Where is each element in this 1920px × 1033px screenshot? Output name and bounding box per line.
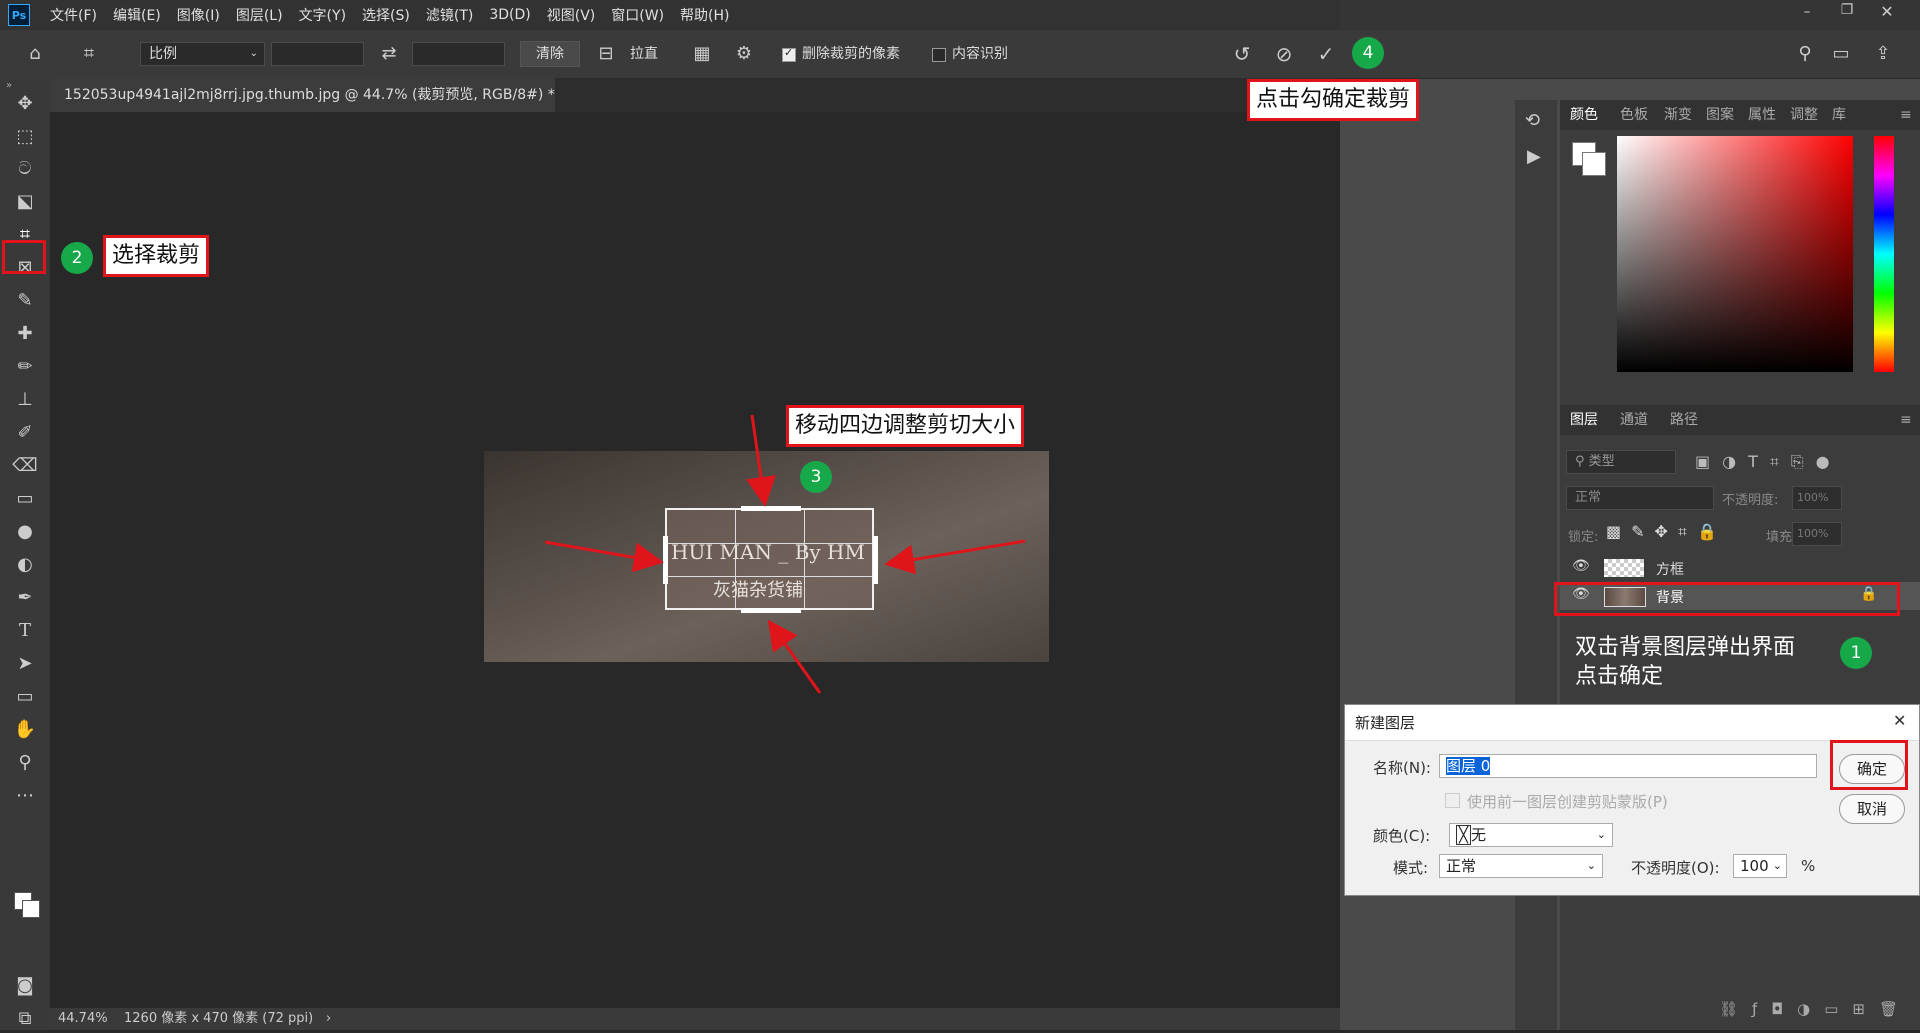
- document-dimensions: 1260 像素 x 470 像素 (72 ppi): [124, 1011, 314, 1026]
- tab-libraries[interactable]: 库: [1832, 100, 1846, 130]
- tab-patterns[interactable]: 图案: [1706, 100, 1734, 130]
- layer-filter-placeholder: 类型: [1588, 454, 1615, 469]
- eye-icon[interactable]: 👁: [1572, 558, 1590, 574]
- right-options-bar: ⚲ ▭ ⇪: [1340, 30, 1920, 79]
- none-color-icon: ╳: [1456, 825, 1472, 845]
- step-1-text-line2: 点击确定: [1575, 664, 1664, 689]
- mode-label: 模式:: [1393, 859, 1429, 877]
- tab-paths[interactable]: 路径: [1670, 405, 1698, 435]
- workspace-icon[interactable]: ▭: [1828, 42, 1854, 66]
- color-select-value: 无: [1471, 826, 1487, 844]
- layers-panel-tabs: 图层 通道 路径 ≡: [1560, 405, 1920, 435]
- step-3-callout: 移动四边调整剪切大小: [786, 405, 1025, 447]
- search-icon[interactable]: ⚲: [1792, 42, 1818, 66]
- restore-icon[interactable]: ❐: [1832, 2, 1862, 18]
- chevron-down-icon: ⌄: [1586, 859, 1596, 872]
- lock-icons[interactable]: ▩✎✥⌗🔒: [1606, 522, 1727, 542]
- tab-channels[interactable]: 通道: [1620, 405, 1648, 435]
- layer-row[interactable]: 👁 方框: [1560, 554, 1920, 582]
- clip-checkbox[interactable]: [1445, 793, 1460, 808]
- ok-button-highlight: [1830, 740, 1908, 790]
- tab-color[interactable]: 颜色: [1570, 100, 1598, 130]
- dialog-title: 新建图层: [1345, 705, 1919, 741]
- dialog-opacity-value: 100: [1740, 857, 1769, 875]
- opacity-label: 不透明度:: [1722, 493, 1779, 508]
- step-2-badge: 2: [61, 242, 93, 274]
- tab-layers[interactable]: 图层: [1570, 405, 1598, 435]
- color-background-swatch[interactable]: [1582, 152, 1606, 176]
- layer-thumbnail: [1604, 559, 1644, 577]
- clip-label: 使用前一图层创建剪贴蒙版(P): [1467, 793, 1668, 811]
- arrow-bottom: [767, 619, 822, 694]
- chevron-down-icon: ⌄: [1772, 859, 1782, 872]
- panel-menu-icon[interactable]: ≡: [1900, 100, 1912, 130]
- step-1-text: 双击背景图层弹出界面 点击确定: [1575, 633, 1795, 691]
- name-input[interactable]: 图层 0: [1439, 754, 1817, 778]
- mode-select-value: 正常: [1446, 857, 1477, 875]
- layer-name: 方框: [1656, 562, 1684, 578]
- mode-select[interactable]: 正常 ⌄: [1439, 854, 1603, 878]
- new-layer-dialog: 新建图层 ✕ 名称(N): 图层 0 使用前一图层创建剪贴蒙版(P) 颜色(C)…: [1344, 704, 1920, 896]
- history-panel-icon[interactable]: ⟲: [1525, 110, 1540, 131]
- step-1-badge: 1: [1840, 637, 1872, 669]
- background-layer-highlight: [1554, 582, 1900, 616]
- panel-menu-icon[interactable]: ≡: [1900, 405, 1912, 435]
- zoom-level[interactable]: 44.74%: [58, 1008, 108, 1030]
- status-menu-arrow[interactable]: ›: [326, 1008, 331, 1030]
- share-icon[interactable]: ⇪: [1870, 42, 1896, 66]
- crop-tool-highlight: [2, 240, 46, 274]
- lock-label: 锁定:: [1568, 530, 1599, 545]
- color-select[interactable]: ╳ 无 ⌄: [1449, 823, 1613, 847]
- layer-filter-icons[interactable]: ▣◑T⌗⎘●: [1695, 452, 1842, 472]
- actions-panel-icon[interactable]: ▶: [1527, 146, 1541, 167]
- minimize-icon[interactable]: –: [1792, 4, 1822, 20]
- layer-filter-select[interactable]: ⚲ 类型: [1566, 450, 1676, 474]
- tab-adjustments[interactable]: 调整: [1790, 100, 1818, 130]
- arrow-top: [746, 414, 776, 507]
- window-controls: – ❐ ✕: [1340, 0, 1920, 30]
- close-window-icon[interactable]: ✕: [1872, 2, 1902, 21]
- arrow-right: [884, 539, 1026, 575]
- arrow-left: [544, 540, 664, 573]
- status-bar: 44.74% 1260 像素 x 470 像素 (72 ppi) ›: [50, 1008, 1340, 1030]
- name-input-value: 图层 0: [1446, 757, 1491, 775]
- dialog-opacity-label: 不透明度(O):: [1631, 859, 1720, 877]
- step-2-callout: 选择裁剪: [103, 235, 210, 277]
- hue-slider[interactable]: [1874, 136, 1894, 372]
- chevron-down-icon: ⌄: [1596, 828, 1606, 841]
- layer-actions-bar[interactable]: ⛓ƒ◘◑▭⊞🗑: [1560, 1000, 1920, 1026]
- step-4-badge: 4: [1352, 37, 1384, 69]
- step-3-badge: 3: [800, 461, 832, 493]
- percent-label: %: [1801, 857, 1816, 875]
- step-1-text-line1: 双击背景图层弹出界面: [1575, 635, 1796, 660]
- name-label: 名称(N):: [1373, 759, 1431, 777]
- color-panel-tabs: 颜色 色板 渐变 图案 属性 调整 库 ≡: [1560, 100, 1920, 130]
- close-dialog-icon[interactable]: ✕: [1893, 711, 1906, 730]
- tab-properties[interactable]: 属性: [1748, 100, 1776, 130]
- blend-mode-select[interactable]: 正常: [1566, 486, 1714, 510]
- step-4-callout: 点击勾确定裁剪: [1247, 79, 1420, 121]
- tab-swatches[interactable]: 色板: [1620, 100, 1648, 130]
- dialog-opacity-input[interactable]: 100 ⌄: [1733, 854, 1787, 878]
- color-field[interactable]: [1617, 136, 1853, 372]
- fill-input[interactable]: 100%: [1792, 522, 1842, 546]
- tab-gradients[interactable]: 渐变: [1664, 100, 1692, 130]
- color-label: 颜色(C):: [1373, 827, 1431, 845]
- cancel-button[interactable]: 取消: [1839, 794, 1905, 824]
- opacity-input[interactable]: 100%: [1792, 486, 1842, 510]
